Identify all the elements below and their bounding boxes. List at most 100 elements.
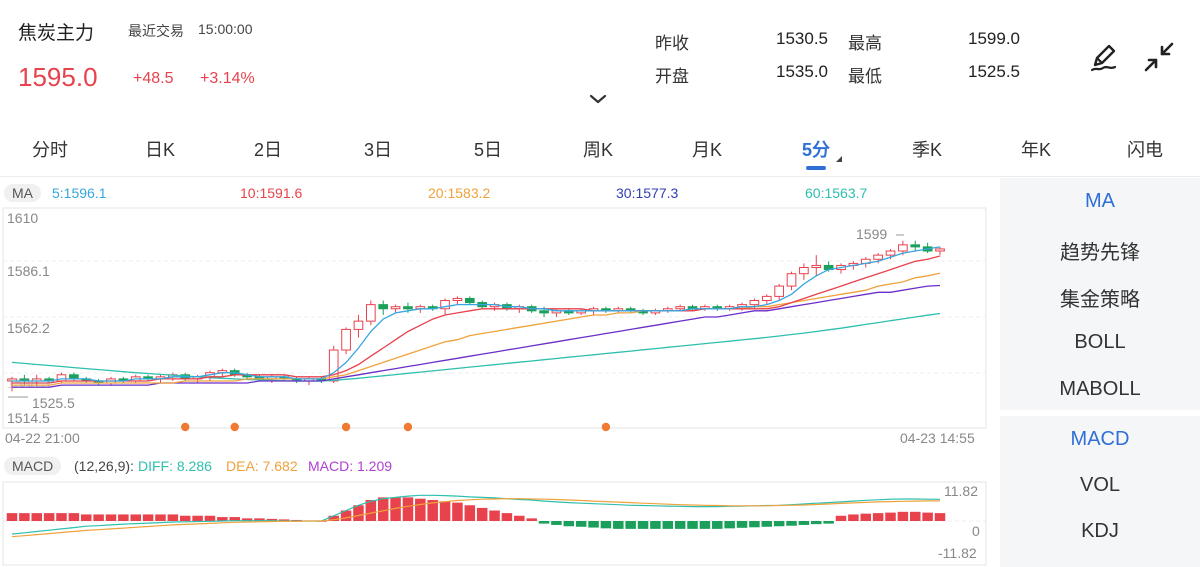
- ma60-value: 60:1563.7: [805, 185, 868, 201]
- indicator-trend-pioneer[interactable]: 趋势先锋: [1000, 236, 1200, 265]
- ma-badge[interactable]: MA: [4, 184, 41, 202]
- tab-5day[interactable]: 5日: [474, 136, 502, 162]
- open-value: 1535.0: [776, 62, 828, 81]
- macd-bar: [118, 514, 129, 521]
- tab-weekly-k[interactable]: 周K: [583, 136, 613, 162]
- macd-layer: [6, 494, 946, 538]
- signal-dot: [181, 422, 190, 432]
- price-axis-label: 1538.3: [7, 375, 50, 391]
- tab-quarterly-k[interactable]: 季K: [912, 136, 942, 162]
- indicator-ma[interactable]: MA: [1000, 190, 1200, 213]
- ma60-line: [11, 312, 941, 382]
- chevron-down-icon[interactable]: [588, 92, 608, 106]
- macd-hist-value: MACD: 1.209: [308, 458, 393, 474]
- price-axis-label: 1610: [7, 210, 39, 226]
- macd-bar: [415, 498, 426, 521]
- macd-bar: [699, 521, 711, 529]
- indicator-gold-strategy[interactable]: 集金策略: [1000, 283, 1200, 312]
- macd-bar: [167, 514, 179, 521]
- low-marker-label: 1525.5: [32, 395, 75, 411]
- candle-body: [898, 244, 908, 252]
- low-value: 1525.5: [968, 62, 1020, 81]
- candle-body: [390, 306, 401, 310]
- macd-bar: [19, 513, 30, 521]
- candle-body: [464, 297, 475, 304]
- candle-body: [761, 295, 772, 302]
- macd-bar: [613, 521, 624, 529]
- macd-bar: [650, 521, 661, 529]
- high-label: 最高: [848, 34, 882, 53]
- recent-trade-label: 最近交易: [128, 23, 184, 39]
- tab-intraday[interactable]: 分时: [32, 136, 68, 162]
- macd-axis-label: 0: [972, 523, 980, 539]
- macd-bar: [749, 521, 760, 528]
- candle-body: [539, 310, 549, 314]
- tab-3day[interactable]: 3日: [364, 136, 392, 162]
- candle-body: [365, 304, 376, 322]
- ma5-value: 5:1596.1: [52, 185, 107, 201]
- macd-bar: [687, 521, 698, 529]
- signal-dot: [601, 422, 611, 432]
- instrument-title: 焦炭主力: [18, 23, 95, 44]
- tab-daily-k[interactable]: 日K: [145, 136, 175, 162]
- macd-bar: [848, 514, 859, 521]
- macd-bar: [179, 515, 191, 521]
- ma20-line: [12, 272, 941, 386]
- macd-axis-label: 11.82: [944, 483, 978, 499]
- candle-body: [910, 244, 921, 248]
- macd-bar: [142, 514, 154, 521]
- candle-body: [873, 254, 883, 260]
- tab-monthly-k[interactable]: 月K: [692, 136, 722, 162]
- macd-bar: [736, 521, 748, 528]
- macd-bar: [155, 514, 166, 521]
- candle-body: [935, 248, 945, 252]
- candle-body: [885, 250, 896, 256]
- macd-bar: [476, 507, 488, 521]
- macd-bar: [80, 514, 92, 521]
- indicator-boll[interactable]: BOLL: [1000, 331, 1200, 354]
- tab-yearly-k[interactable]: 年K: [1021, 136, 1051, 162]
- macd-badge[interactable]: MACD: [4, 457, 62, 475]
- indicator-kdj[interactable]: KDJ: [1000, 520, 1200, 543]
- signal-dot: [341, 422, 351, 432]
- tab-flash[interactable]: 闪电: [1127, 136, 1163, 162]
- indicator-macd[interactable]: MACD: [1000, 428, 1200, 451]
- macd-bar: [31, 513, 43, 521]
- macd-bar: [526, 518, 537, 521]
- macd-bar: [43, 513, 55, 521]
- tab-2day[interactable]: 2日: [254, 136, 282, 162]
- period-tab-bar: 分时 日K 2日 3日 5日 周K 月K 5分 季K 年K 闪电: [0, 130, 1200, 170]
- indicator-vol[interactable]: VOL: [1000, 474, 1200, 497]
- tab-dropdown-caret-icon[interactable]: [836, 156, 842, 162]
- macd-bar: [786, 521, 797, 526]
- macd-bar: [501, 513, 513, 521]
- macd-bar: [563, 521, 575, 527]
- macd-bar: [6, 513, 18, 521]
- indicator-maboll[interactable]: MABOLL: [1000, 378, 1200, 401]
- macd-bar: [662, 521, 674, 529]
- recent-trade-time: 15:00:00: [198, 21, 253, 37]
- panel-divider: [1000, 410, 1200, 416]
- shrink-arrows-icon[interactable]: [1142, 40, 1176, 74]
- pen-squiggle-icon[interactable]: [1088, 40, 1120, 74]
- prev-close-value: 1530.5: [776, 29, 828, 48]
- tab-5min[interactable]: 5分: [802, 136, 830, 162]
- macd-bar: [885, 512, 896, 521]
- macd-bar: [551, 521, 562, 525]
- ma20-value: 20:1583.2: [428, 185, 491, 201]
- candle-body: [353, 320, 364, 330]
- candle-body: [799, 267, 809, 275]
- macd-bar: [538, 521, 550, 524]
- high-marker-label: 1599: [856, 226, 888, 242]
- macd-bar: [439, 501, 451, 521]
- high-value: 1599.0: [968, 29, 1020, 48]
- price-axis-label: 1586.1: [7, 263, 50, 279]
- macd-bar: [452, 502, 463, 521]
- macd-bar: [712, 521, 723, 529]
- macd-bar: [204, 515, 216, 521]
- candle-body: [675, 306, 685, 310]
- kline-chart[interactable]: [0, 178, 1000, 567]
- macd-bar: [353, 505, 364, 521]
- end-time-label: 04-23 14:55: [900, 430, 975, 446]
- macd-bar: [365, 500, 377, 521]
